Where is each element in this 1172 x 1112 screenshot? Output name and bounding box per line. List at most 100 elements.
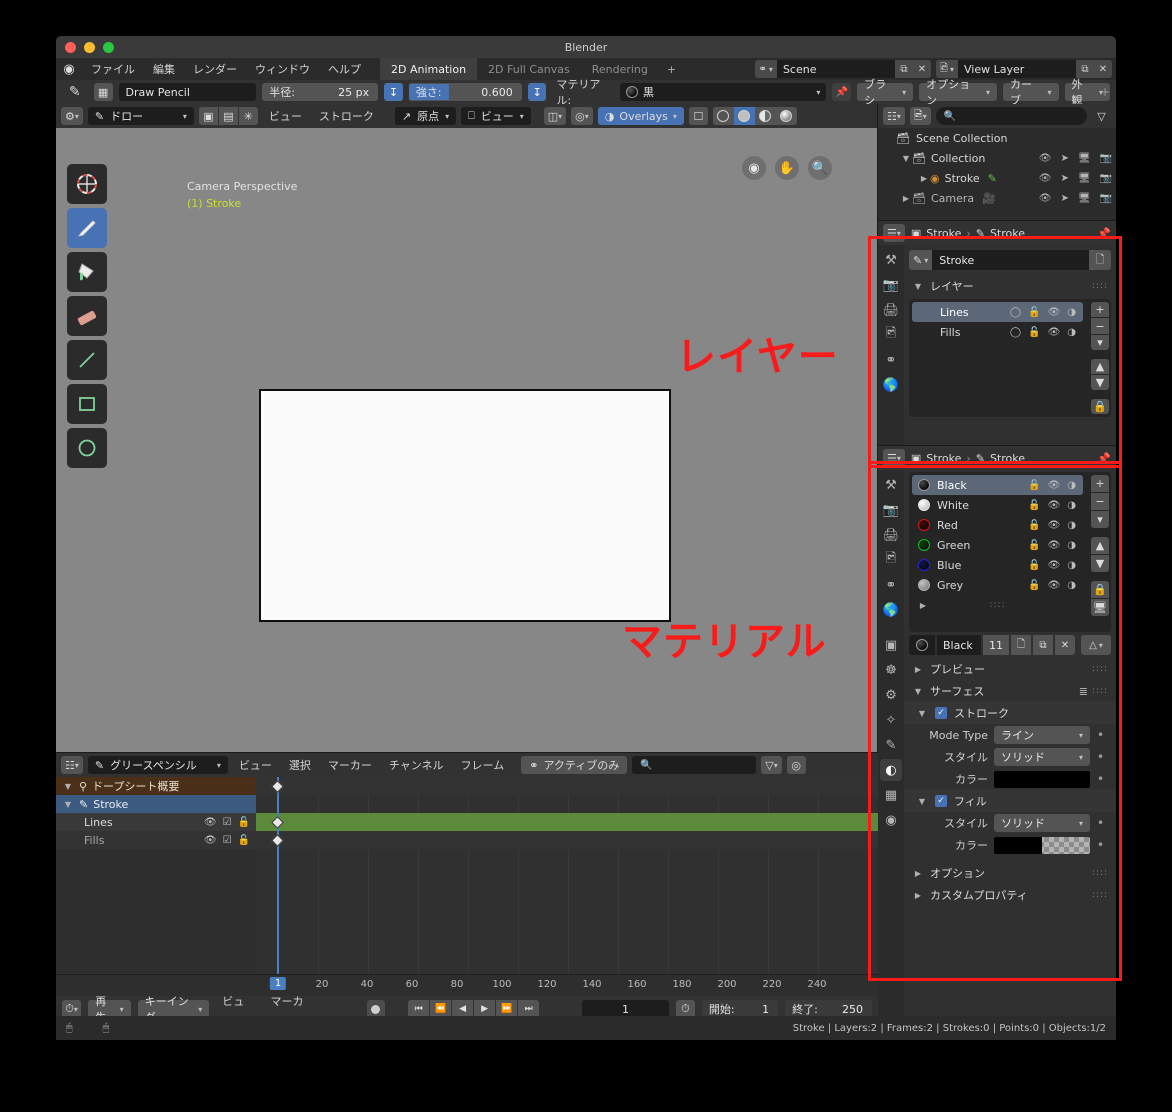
shading-wireframe-icon[interactable] — [712, 107, 734, 125]
menu-render[interactable]: レンダー — [184, 58, 246, 80]
particles-tab-icon[interactable]: ✧ — [880, 709, 902, 731]
breadcrumb-object[interactable]: Stroke — [926, 227, 961, 240]
scene-tab-icon[interactable]: ⚭ — [880, 349, 902, 371]
dopesheet-menu-view[interactable]: ビュー — [233, 757, 278, 773]
stroke-color-swatch[interactable] — [994, 770, 1090, 788]
strength-field[interactable]: 強さ: 0.600 — [408, 83, 522, 101]
unlock-icon[interactable]: 🔓 — [1028, 520, 1040, 531]
material-specials-menu[interactable]: ▾ — [1091, 511, 1109, 528]
dopesheet-editor-type-icon[interactable]: ☷ ▾ — [61, 756, 83, 774]
proportional-edit-dopesheet-icon[interactable]: ◎ — [786, 756, 806, 774]
material-slot-green[interactable]: Green 🔓 👁 ◑ — [912, 535, 1083, 555]
expander-icon[interactable]: ▼ — [916, 797, 928, 806]
viewport-menu-view[interactable]: ビュー — [263, 108, 308, 124]
expander-icon[interactable]: ▼ — [912, 282, 924, 291]
move-layer-up-button[interactable]: ▲ — [1091, 358, 1109, 374]
cursor-select-icon[interactable]: ➤ — [1060, 153, 1068, 164]
stroke-subpanel-header[interactable]: ▼ ✓ ストローク — [904, 702, 1116, 724]
gpencil-datablock[interactable]: ✎ ▾ Stroke 🗋 — [909, 249, 1111, 271]
pencil-icon[interactable]: ✎ ▾ — [909, 250, 933, 270]
scene-duplicate-icon[interactable]: ⧉ — [894, 60, 913, 78]
camera-gizmo-icon[interactable]: ◉ — [742, 156, 766, 180]
expander-icon[interactable]: ▶ — [912, 869, 924, 878]
onion-icon[interactable]: ◑ — [1067, 540, 1076, 551]
expander-icon[interactable]: ▼ — [62, 782, 74, 791]
material-slot-toggles[interactable]: 🔓 👁 ◑ — [1028, 580, 1076, 591]
material-slot-toggles[interactable]: 🔓 👁 ◑ — [1028, 520, 1076, 531]
camera-icon[interactable]: 📷 — [1100, 173, 1112, 184]
checkbox-icon[interactable]: ☑ — [223, 835, 232, 846]
eye-icon[interactable]: 👁 — [1048, 520, 1061, 531]
keyframe-row-lines[interactable] — [256, 813, 878, 831]
scene-tab-icon[interactable]: ⚭ — [880, 574, 902, 596]
pin-icon[interactable]: 📌 — [1097, 452, 1111, 465]
onion-icon[interactable]: ◑ — [1067, 520, 1076, 531]
scene-selector[interactable]: ⚭ ▾ Scene ⧉ ✕ — [754, 60, 931, 78]
onion-icon[interactable]: ◑ — [1067, 560, 1076, 571]
animate-property-icon[interactable]: • — [1096, 816, 1105, 830]
dopesheet-menu-channel[interactable]: チャンネル — [383, 757, 450, 773]
outliner-restrict-toggles[interactable]: 👁 ➤ 🖥 📷 — [1039, 153, 1112, 164]
onion-icon[interactable]: ◑ — [1067, 480, 1076, 491]
add-layer-button[interactable]: + — [1091, 302, 1109, 318]
layer-list[interactable]: Lines ◯ 🔓 👁 ◑ Fills ◯ 🔓 👁 ◑ + − ▾ ▲ ▼ 🔒 — [909, 299, 1111, 417]
properties-editor-type-icon[interactable]: ☰ ▾ — [883, 449, 905, 467]
eye-icon[interactable]: 👁 — [1048, 560, 1061, 571]
material-slot-blue[interactable]: Blue 🔓 👁 ◑ — [912, 555, 1083, 575]
fill-subpanel-header[interactable]: ▼ ✓ フィル — [904, 790, 1116, 812]
object-tab-icon[interactable]: ▣ — [880, 634, 902, 656]
breadcrumb-data[interactable]: Stroke — [990, 452, 1025, 465]
line-tool[interactable] — [67, 340, 107, 380]
xray-toggle-icon[interactable]: ☐ — [688, 107, 708, 125]
tool-tab-icon[interactable]: ⚒ — [880, 474, 902, 496]
material-display-button[interactable]: 🖥 — [1091, 599, 1109, 616]
eye-icon[interactable]: 👁 — [1048, 540, 1061, 551]
move-material-down-button[interactable]: ▼ — [1091, 555, 1109, 572]
expander-icon[interactable]: ▶ — [900, 194, 912, 203]
select-between-icon[interactable]: ✳ — [238, 107, 258, 125]
brush-name-field[interactable]: Draw Pencil — [118, 83, 257, 101]
layer-specials-menu[interactable]: ▾ — [1091, 334, 1109, 351]
layer-toggles[interactable]: ◯ 🔓 👁 ◑ — [1010, 327, 1076, 338]
unlock-icon[interactable]: 🔓 — [1028, 560, 1040, 571]
material-tab-icon[interactable]: ◐ — [880, 759, 902, 781]
outliner-row-stroke[interactable]: ▶ ◉ Stroke ✎ 👁 ➤ 🖥 📷 — [878, 168, 1116, 188]
material-slot-toggles[interactable]: 🔓 👁 ◑ — [1028, 540, 1076, 551]
dopesheet-menu-marker[interactable]: マーカー — [322, 757, 378, 773]
eye-icon[interactable]: 👁 — [1039, 193, 1052, 204]
brush-preview-icon[interactable]: ▦ — [93, 83, 113, 101]
shading-solid-icon[interactable] — [733, 107, 755, 125]
viewlayer-delete-icon[interactable]: ✕ — [1094, 60, 1112, 78]
eye-icon[interactable]: 👁 — [1048, 307, 1061, 318]
strength-pressure-icon[interactable]: ↧ — [527, 83, 547, 101]
lock-layer-button[interactable]: 🔒 — [1091, 398, 1109, 415]
lock-material-button[interactable]: 🔒 — [1091, 581, 1109, 598]
dopesheet-keyframe-area[interactable] — [256, 777, 878, 974]
eye-icon[interactable]: 👁 — [1048, 480, 1061, 491]
select-point-icon[interactable]: ▣ — [198, 107, 218, 125]
viewlayer-tab-icon[interactable]: 🖻 — [880, 549, 902, 571]
circle-tool[interactable] — [67, 428, 107, 468]
expander-icon[interactable]: ▼ — [62, 800, 74, 809]
material-slot-list[interactable]: Black 🔓 👁 ◑ White 🔓 👁 ◑ Red 🔓 👁 ◑ Green … — [909, 472, 1111, 632]
world-tab-icon[interactable]: 🌎 — [880, 374, 902, 396]
unlock-icon[interactable]: 🔓 — [1028, 307, 1040, 318]
mask-icon[interactable]: ◑ — [1067, 327, 1076, 338]
render-tab-icon[interactable]: 📷 — [880, 274, 902, 296]
pin-material-icon[interactable]: 📌 — [832, 83, 852, 101]
camera-icon[interactable]: 📷 — [1100, 193, 1112, 204]
outliner-display-mode-icon[interactable]: 🖻 ▾ — [909, 107, 931, 125]
data-tab-icon[interactable]: ✎ — [880, 734, 902, 756]
radius-pressure-icon[interactable]: ↧ — [384, 83, 403, 101]
unlock-icon[interactable]: 🔓 — [238, 817, 250, 828]
animate-property-icon[interactable]: • — [1096, 772, 1105, 786]
pin-icon[interactable]: 📌 — [1097, 227, 1111, 240]
snap-icon[interactable]: ◫ ▾ — [543, 107, 567, 125]
list-grip-icon[interactable]: :::: — [989, 600, 1005, 610]
material-slot-toggles[interactable]: 🔓 👁 ◑ — [1028, 560, 1076, 571]
material-slot-black[interactable]: Black 🔓 👁 ◑ — [912, 475, 1083, 495]
modifier-tab-icon[interactable]: ☸ — [880, 659, 902, 681]
stroke-style-dropdown[interactable]: ソリッド ▾ — [994, 748, 1090, 766]
dopesheet-menu-frame[interactable]: フレーム — [455, 757, 511, 773]
animate-property-icon[interactable]: • — [1096, 750, 1105, 764]
